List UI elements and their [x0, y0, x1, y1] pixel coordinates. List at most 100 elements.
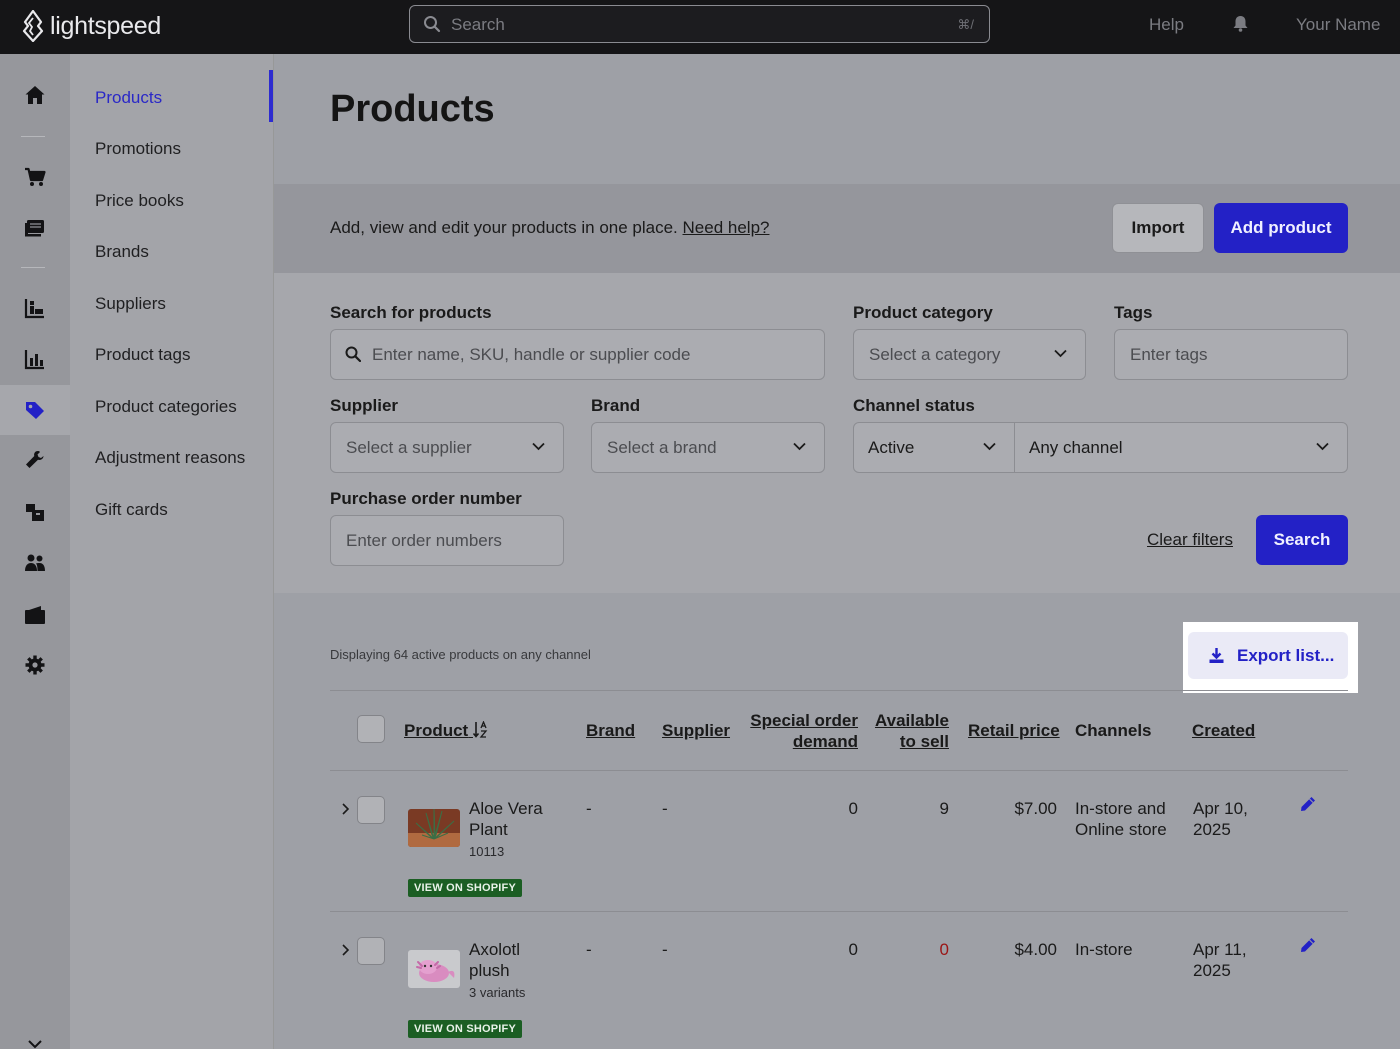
tags-input[interactable]: Enter tags — [1114, 329, 1348, 380]
pencil-icon[interactable] — [1300, 937, 1316, 953]
import-button[interactable]: Import — [1112, 203, 1204, 253]
chevron-down-icon — [1054, 349, 1067, 358]
row-channels-line2: Online store — [1075, 820, 1167, 839]
chevron-right-icon[interactable] — [340, 943, 350, 957]
nav-setup-tools[interactable] — [0, 435, 70, 485]
rail-divider — [21, 136, 45, 137]
inventory-icon — [24, 299, 44, 319]
chevron-right-icon[interactable] — [340, 802, 350, 816]
status-value: Active — [868, 438, 915, 457]
nav-registers[interactable] — [0, 203, 70, 253]
row-checkbox[interactable] — [357, 796, 385, 824]
export-list-button[interactable]: Export list... — [1188, 632, 1348, 679]
tag-icon — [26, 402, 44, 419]
product-name-line1: Axolotl — [469, 940, 521, 959]
row-retail-price: $7.00 — [1014, 799, 1057, 818]
row-channels-line1: In-store — [1075, 940, 1133, 959]
view-on-shopify-badge[interactable]: VIEW ON SHOPIFY — [408, 1020, 523, 1038]
subnav-item-products[interactable]: Products — [95, 88, 162, 108]
global-search-input[interactable]: Search ⌘/ — [409, 5, 990, 43]
subnav-item-brands[interactable]: Brands — [95, 242, 149, 262]
column-header-product-label: Product — [404, 721, 469, 740]
logo-text: lightspeed — [50, 11, 161, 40]
nav-reports[interactable] — [0, 334, 70, 384]
result-count: Displaying 64 active products on any cha… — [330, 647, 591, 662]
select-all-checkbox[interactable] — [357, 715, 385, 743]
active-indicator — [269, 70, 273, 122]
row-channels: In-store and Online store — [1075, 798, 1167, 840]
search-shortcut-hint: ⌘/ — [957, 17, 974, 32]
nav-payments[interactable] — [0, 590, 70, 640]
nav-settings[interactable] — [0, 640, 70, 690]
lightspeed-logo[interactable]: lightspeed — [22, 9, 161, 43]
download-icon — [1209, 648, 1224, 663]
reports-icon — [24, 350, 44, 370]
column-header-available-to-sell[interactable]: Available to sell — [862, 710, 949, 752]
row-divider — [330, 911, 1348, 912]
row-created: Apr 11, 2025 — [1193, 939, 1247, 981]
tags-placeholder: Enter tags — [1130, 345, 1208, 364]
collapse-nav-icon[interactable] — [27, 1040, 43, 1049]
po-number-input[interactable]: Enter order numbers — [330, 515, 564, 566]
export-list-label: Export list... — [1237, 645, 1335, 665]
column-header-retail-price[interactable]: Retail price — [968, 720, 1060, 741]
flame-logo-icon — [22, 10, 44, 42]
subnav-item-product-tags[interactable]: Product tags — [95, 345, 190, 365]
wrench-icon — [26, 451, 44, 468]
column-header-channels: Channels — [1075, 721, 1152, 740]
product-thumbnail — [408, 950, 460, 988]
nav-customers[interactable] — [0, 538, 70, 588]
supplier-placeholder: Select a supplier — [346, 438, 472, 457]
product-name-line2: Plant — [469, 820, 508, 839]
nav-catalog[interactable] — [0, 385, 70, 435]
subnav-item-promotions[interactable]: Promotions — [95, 139, 181, 159]
pencil-icon[interactable] — [1300, 796, 1316, 812]
nav-home[interactable] — [0, 70, 70, 120]
help-link[interactable]: Help — [1149, 15, 1184, 35]
supplier-label: Supplier — [330, 396, 399, 415]
column-header-special-line2: demand — [792, 732, 858, 751]
column-header-created[interactable]: Created — [1192, 720, 1255, 741]
bell-icon[interactable] — [1231, 14, 1250, 33]
supplier-select[interactable]: Select a supplier — [330, 422, 564, 473]
product-name-line2: plush — [469, 961, 510, 980]
subnav-item-adjustment-reasons[interactable]: Adjustment reasons — [95, 448, 245, 468]
clear-filters-link[interactable]: Clear filters — [1147, 530, 1233, 550]
aloe-plant-image — [408, 809, 460, 847]
column-header-available-line1: Available — [874, 711, 949, 730]
need-help-link[interactable]: Need help? — [683, 218, 770, 237]
intro-text: Add, view and edit your products in one … — [330, 218, 769, 238]
search-button[interactable]: Search — [1256, 515, 1348, 565]
subnav-item-suppliers[interactable]: Suppliers — [95, 294, 166, 314]
nav-inventory[interactable] — [0, 283, 70, 333]
search-icon — [345, 346, 361, 362]
view-on-shopify-badge[interactable]: VIEW ON SHOPIFY — [408, 879, 523, 897]
column-header-product[interactable]: Product — [404, 720, 489, 741]
column-header-special-order-demand[interactable]: Special order demand — [740, 710, 858, 752]
subnav-item-price-books[interactable]: Price books — [95, 191, 184, 211]
product-variants: 3 variants — [469, 985, 526, 1000]
product-search-input[interactable]: Enter name, SKU, handle or supplier code — [330, 329, 825, 380]
brand-label: Brand — [591, 396, 641, 415]
column-header-brand[interactable]: Brand — [586, 720, 635, 741]
column-header-supplier[interactable]: Supplier — [662, 720, 730, 741]
category-select[interactable]: Select a category — [853, 329, 1086, 380]
row-available-to-sell: 9 — [939, 799, 949, 818]
product-name[interactable]: Axolotl plush — [469, 939, 520, 981]
axolotl-plush-image — [408, 950, 460, 988]
subnav-item-product-categories[interactable]: Product categories — [95, 397, 237, 417]
row-checkbox[interactable] — [357, 937, 385, 965]
channel-status-label: Channel status — [853, 396, 975, 415]
row-special-order-demand: 0 — [848, 940, 858, 959]
nav-stock[interactable] — [0, 487, 70, 537]
channel-select[interactable]: Any channel — [1015, 423, 1347, 472]
brand-select[interactable]: Select a brand — [591, 422, 825, 473]
user-menu[interactable]: Your Name — [1296, 15, 1380, 35]
product-name[interactable]: Aloe Vera Plant — [469, 798, 543, 840]
add-product-button[interactable]: Add product — [1214, 203, 1348, 253]
cart-icon — [25, 167, 46, 186]
nav-sell[interactable] — [0, 152, 70, 202]
status-select[interactable]: Active — [854, 423, 1014, 472]
subnav-item-gift-cards[interactable]: Gift cards — [95, 500, 168, 520]
table-top-divider — [330, 690, 1348, 691]
